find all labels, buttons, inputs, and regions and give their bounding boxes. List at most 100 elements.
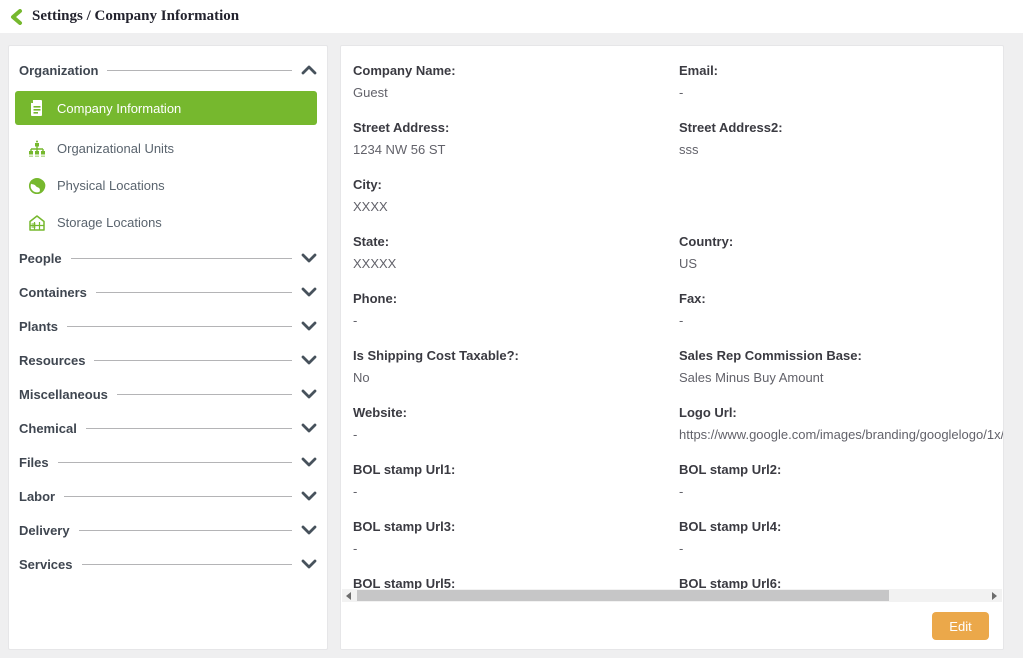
field-label: Is Shipping Cost Taxable?: xyxy=(353,348,679,363)
field-label: Sales Rep Commission Base: xyxy=(679,348,1004,363)
field-street-address2: Street Address2: sss xyxy=(679,120,1004,157)
section-label: Delivery xyxy=(19,523,70,538)
horizontal-scrollbar-thumb[interactable] xyxy=(357,590,889,601)
section-label: Organization xyxy=(19,63,98,78)
field-label: BOL stamp Url1: xyxy=(353,462,679,477)
field-label: Street Address: xyxy=(353,120,679,135)
section-divider-line xyxy=(86,428,292,429)
field-shipping-cost-taxable: Is Shipping Cost Taxable?: No xyxy=(353,348,679,385)
chevron-down-icon xyxy=(301,389,317,399)
scroll-right-arrow-icon[interactable] xyxy=(992,592,997,600)
field-label: Country: xyxy=(679,234,1004,249)
field-value: - xyxy=(679,313,1004,328)
field-label: Website: xyxy=(353,405,679,420)
sidebar-section-services[interactable]: Services xyxy=(19,547,317,581)
field-value: - xyxy=(679,85,1004,100)
field-value: No xyxy=(353,370,679,385)
sidebar-item-physical-locations[interactable]: Physical Locations xyxy=(19,167,317,204)
field-website: Website: - xyxy=(353,405,679,442)
field-value: https://www.google.com/images/branding/g… xyxy=(679,427,1004,442)
field-email: Email: - xyxy=(679,63,1004,100)
sidebar-section-chemical[interactable]: Chemical xyxy=(19,411,317,445)
sidebar-section-delivery[interactable]: Delivery xyxy=(19,513,317,547)
chevron-down-icon xyxy=(301,287,317,297)
section-divider-line xyxy=(64,496,292,497)
field-value: XXXXX xyxy=(353,256,679,271)
field-value: Guest xyxy=(353,85,679,100)
scroll-left-arrow-icon[interactable] xyxy=(346,592,351,600)
section-divider-line xyxy=(96,292,292,293)
sidebar-item-company-information[interactable]: Company Information xyxy=(15,91,317,125)
field-label: State: xyxy=(353,234,679,249)
section-label: Labor xyxy=(19,489,55,504)
field-label: Logo Url: xyxy=(679,405,1004,420)
chevron-down-icon xyxy=(301,491,317,501)
sidebar-collapsed-sections: People Containers Plants Resources Misce… xyxy=(19,241,317,581)
sidebar-item-label: Company Information xyxy=(57,101,181,116)
field-state: State: XXXXX xyxy=(353,234,679,271)
back-chevron-icon[interactable] xyxy=(9,9,23,25)
horizontal-scrollbar[interactable] xyxy=(342,589,1002,602)
field-city: City: XXXX xyxy=(353,177,679,214)
section-label: Plants xyxy=(19,319,58,334)
company-information-panel: Company Name: Guest Email: - Street Addr… xyxy=(340,45,1004,650)
sidebar-section-files[interactable]: Files xyxy=(19,445,317,479)
field-company-name: Company Name: Guest xyxy=(353,63,679,100)
chevron-down-icon xyxy=(301,525,317,535)
section-label: Files xyxy=(19,455,49,470)
section-label: People xyxy=(19,251,62,266)
sidebar-section-plants[interactable]: Plants xyxy=(19,309,317,343)
sidebar-section-miscellaneous[interactable]: Miscellaneous xyxy=(19,377,317,411)
sidebar-section-containers[interactable]: Containers xyxy=(19,275,317,309)
section-label: Resources xyxy=(19,353,85,368)
section-divider-line xyxy=(67,326,292,327)
field-label: BOL stamp Url2: xyxy=(679,462,1004,477)
sidebar-section-labor[interactable]: Labor xyxy=(19,479,317,513)
field-value: - xyxy=(353,484,679,499)
edit-button[interactable]: Edit xyxy=(932,612,989,640)
section-divider-line xyxy=(117,394,292,395)
chevron-up-icon xyxy=(301,65,317,75)
settings-sidebar: Organization Company Information Organiz… xyxy=(8,45,328,650)
sidebar-item-label: Organizational Units xyxy=(57,141,174,156)
field-value: - xyxy=(679,541,1004,556)
globe-icon xyxy=(28,177,46,195)
field-logo-url: Logo Url: https://www.google.com/images/… xyxy=(679,405,1004,442)
field-fax: Fax: - xyxy=(679,291,1004,328)
field-label: Company Name: xyxy=(353,63,679,78)
section-divider-line xyxy=(58,462,292,463)
breadcrumb: Settings / Company Information xyxy=(32,8,239,25)
sidebar-item-storage-locations[interactable]: Storage Locations xyxy=(19,204,317,241)
field-value: - xyxy=(353,541,679,556)
breadcrumb-bar: Settings / Company Information xyxy=(0,0,1023,33)
field-label: Phone: xyxy=(353,291,679,306)
sidebar-section-organization[interactable]: Organization xyxy=(19,54,317,86)
sidebar-section-resources[interactable]: Resources xyxy=(19,343,317,377)
field-street-address: Street Address: 1234 NW 56 ST xyxy=(353,120,679,157)
field-bol-stamp-url2: BOL stamp Url2: - xyxy=(679,462,1004,499)
document-icon xyxy=(28,99,46,117)
chevron-down-icon xyxy=(301,355,317,365)
section-label: Miscellaneous xyxy=(19,387,108,402)
chevron-down-icon xyxy=(301,423,317,433)
field-bol-stamp-url1: BOL stamp Url1: - xyxy=(353,462,679,499)
field-bol-stamp-url4: BOL stamp Url4: - xyxy=(679,519,1004,556)
sidebar-item-label: Storage Locations xyxy=(57,215,162,230)
section-label: Chemical xyxy=(19,421,77,436)
sidebar-section-people[interactable]: People xyxy=(19,241,317,275)
org-chart-icon xyxy=(28,140,46,158)
section-label: Containers xyxy=(19,285,87,300)
section-divider-line xyxy=(94,360,292,361)
field-value: Sales Minus Buy Amount xyxy=(679,370,1004,385)
field-value: US xyxy=(679,256,1004,271)
section-label: Services xyxy=(19,557,73,572)
chevron-down-icon xyxy=(301,559,317,569)
field-label: BOL stamp Url4: xyxy=(679,519,1004,534)
section-divider-line xyxy=(82,564,293,565)
field-phone: Phone: - xyxy=(353,291,679,328)
section-divider-line xyxy=(107,70,292,71)
field-label: Email: xyxy=(679,63,1004,78)
sidebar-item-organizational-units[interactable]: Organizational Units xyxy=(19,130,317,167)
sidebar-item-label: Physical Locations xyxy=(57,178,165,193)
chevron-down-icon xyxy=(301,457,317,467)
